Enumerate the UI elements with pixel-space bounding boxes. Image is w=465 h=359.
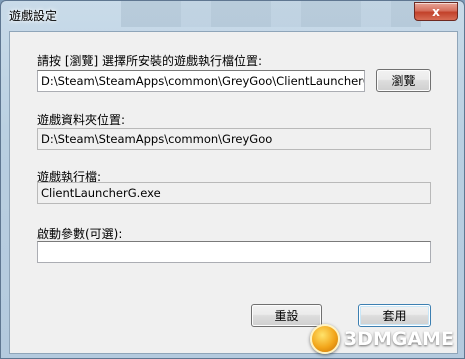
dialog-body: 請按 [瀏覽] 選擇所安裝的遊戲執行檔位置: D:\Steam\SteamApp…	[9, 31, 458, 354]
close-button[interactable]: x	[414, 2, 458, 21]
site-watermark: 3DMGAME	[309, 324, 454, 354]
close-icon: x	[432, 4, 440, 19]
window-title: 遊戲設定	[9, 9, 58, 23]
watermark-text: 3DMGAME	[343, 328, 454, 350]
3dm-logo-icon	[309, 324, 340, 354]
folder-path-field: D:\Steam\SteamApps\common\GreyGoo	[37, 128, 431, 150]
title-bar[interactable]: 遊戲設定 x	[1, 1, 464, 31]
args-input[interactable]	[37, 241, 431, 263]
browse-button[interactable]: 瀏覽	[376, 69, 431, 92]
exe-name-field: ClientLauncherG.exe	[37, 182, 431, 204]
exe-prompt-label: 請按 [瀏覽] 選擇所安裝的遊戲執行檔位置:	[37, 54, 263, 68]
exe-path-input[interactable]: D:\Steam\SteamApps\common\GreyGoo\Client…	[37, 70, 365, 92]
dialog-window: 遊戲設定 x 請按 [瀏覽] 選擇所安裝的遊戲執行檔位置: D:\Steam\S…	[0, 0, 465, 359]
background-blur	[121, 1, 421, 27]
folder-label: 遊戲資料夾位置:	[37, 113, 126, 127]
args-label: 啟動參數(可選):	[37, 227, 123, 241]
